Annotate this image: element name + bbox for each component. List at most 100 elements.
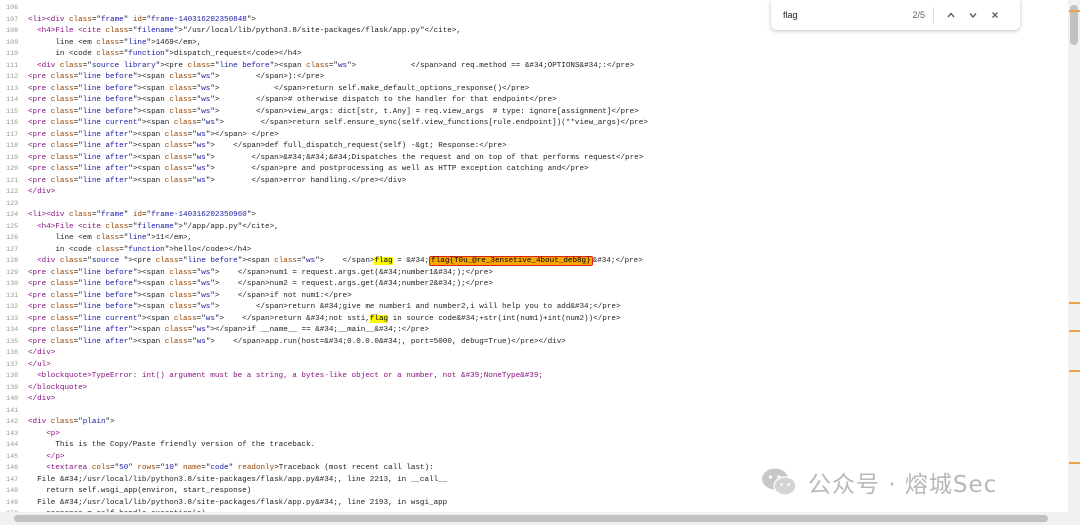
code-tag: <pre xyxy=(28,165,51,173)
code-text: "> </span>def full_dispatch_request(self… xyxy=(205,142,507,150)
code-text: =" xyxy=(187,337,197,346)
source-line: 120 <pre class="line after"><span class="… xyxy=(0,164,589,176)
attribute-value: ws xyxy=(338,61,348,70)
code-text: = &#34; xyxy=(392,257,430,265)
code-text: "><span xyxy=(128,130,165,139)
code-text: "> </span>num2 = request.args.get(&#34;n… xyxy=(210,280,493,288)
source-line: 107 <li><div class="frame" id="frame-1403… xyxy=(0,15,256,27)
code-text: =" xyxy=(110,464,120,472)
line-number: 136 xyxy=(6,349,19,357)
code-text: =" xyxy=(73,418,83,426)
line-number: 144 xyxy=(6,441,19,449)
code-text: =" xyxy=(73,326,83,334)
code-tag: <div xyxy=(28,418,51,426)
code-text: =" xyxy=(187,326,197,334)
source-line: 127 in <code class="function">hello</cod… xyxy=(0,245,251,257)
source-viewer[interactable]: 106 107 <li><div class="frame" id="frame-1… xyxy=(0,0,1068,512)
code-text: =" xyxy=(119,38,129,47)
source-line: 114 <pre class="line before"><span class=… xyxy=(0,95,557,107)
source-line: 111 <div class="source library"><pre cla… xyxy=(0,61,634,73)
code-text: =" xyxy=(187,176,197,185)
source-line: 119 <pre class="line after"><span class="… xyxy=(0,153,643,165)
attribute-name: class xyxy=(169,107,193,116)
code-text: =" xyxy=(73,130,83,139)
attribute-value: code xyxy=(210,464,229,472)
line-number: 123 xyxy=(6,199,19,208)
code-text: "> </span># otherwise dispatch to the ha… xyxy=(210,96,557,104)
code-tag: <pre xyxy=(28,142,51,150)
code-text: =" xyxy=(73,165,83,173)
code-text: =" xyxy=(187,142,197,150)
code-text: =" xyxy=(141,211,152,219)
attribute-name: class xyxy=(164,165,188,173)
attribute-name: class xyxy=(164,153,188,162)
attribute-name: class xyxy=(69,15,92,24)
code-text: in <code xyxy=(28,245,97,254)
code-text: =" xyxy=(192,291,202,300)
attribute-name: class xyxy=(169,268,193,277)
line-number: 115 xyxy=(6,107,19,116)
attribute-value: line after xyxy=(82,142,129,150)
next-match-button[interactable] xyxy=(962,4,984,26)
line-number: 122 xyxy=(6,188,19,196)
attribute-name: readonly xyxy=(237,464,275,472)
attribute-name: class xyxy=(96,38,120,47)
attribute-name: class xyxy=(50,119,74,127)
attribute-name: class xyxy=(69,211,92,219)
attribute-name: class xyxy=(50,314,74,323)
attribute-value: ws xyxy=(196,337,206,346)
line-number: 120 xyxy=(6,165,19,173)
line-number: 110 xyxy=(6,50,19,58)
source-line: 125 <h4>File <cite class="filename">"/ap… xyxy=(0,222,279,234)
previous-match-button[interactable] xyxy=(940,4,962,26)
code-tag: <pre xyxy=(28,84,51,93)
attribute-name: class xyxy=(50,96,74,104)
code-text: "><span xyxy=(137,314,174,323)
attribute-value: line current xyxy=(82,314,138,323)
code-text: =" xyxy=(296,257,307,265)
horizontal-scrollbar[interactable] xyxy=(0,512,1068,525)
code-tag: <pre xyxy=(28,280,51,288)
attribute-value: ws xyxy=(205,119,215,127)
code-text: >Traceback (most recent call last): xyxy=(274,464,434,472)
code-text: ">"/app/app.py"</cite>, xyxy=(173,222,279,231)
code-text: "> </span>):</pre> xyxy=(210,73,325,81)
source-line: 146 <textarea cols="50" rows="10" name="… xyxy=(0,463,434,475)
attribute-name: class xyxy=(169,280,193,288)
code-text: =" xyxy=(328,61,338,70)
attribute-name: class xyxy=(50,326,74,334)
source-line: 141 xyxy=(0,406,28,418)
line-number: 121 xyxy=(6,176,19,185)
code-text: =" xyxy=(91,211,101,219)
find-match-marker xyxy=(1069,370,1080,372)
line-number: 133 xyxy=(6,314,19,323)
attribute-value: line before xyxy=(82,268,133,277)
horizontal-scroll-thumb[interactable] xyxy=(14,515,1048,522)
find-input[interactable] xyxy=(781,9,895,21)
close-find-button[interactable] xyxy=(984,4,1006,26)
find-match-count: 2/5 xyxy=(912,10,925,20)
code-text: "> </span>if not num1:</pre> xyxy=(210,291,352,300)
attribute-value: line after xyxy=(82,326,129,334)
source-line: 140 </div> xyxy=(0,394,55,406)
code-text: "> </span>pre and postprocessing as well… xyxy=(205,165,589,173)
code-text: "> xyxy=(105,418,115,426)
attribute-name: class xyxy=(169,303,193,311)
vertical-scrollbar[interactable] xyxy=(1068,0,1080,512)
code-text: "><span xyxy=(128,142,165,150)
code-tag: <div xyxy=(28,61,60,70)
line-number: 128 xyxy=(6,257,19,265)
attribute-value: ws xyxy=(306,257,316,265)
attribute-value: ws xyxy=(196,176,206,185)
code-text: " xyxy=(173,464,184,472)
line-number: 118 xyxy=(6,142,19,150)
code-text: =" xyxy=(73,119,83,127)
code-tag: </blockquote> xyxy=(28,383,88,392)
source-line: 129 <pre class="line before"><span class=… xyxy=(0,268,493,280)
attribute-name: id xyxy=(132,15,142,24)
attribute-name: class xyxy=(274,257,297,265)
code-text: "><span xyxy=(128,165,165,173)
code-tag: <pre xyxy=(28,130,51,139)
source-line: 106 xyxy=(0,3,28,15)
code-tag: <pre xyxy=(28,96,51,104)
